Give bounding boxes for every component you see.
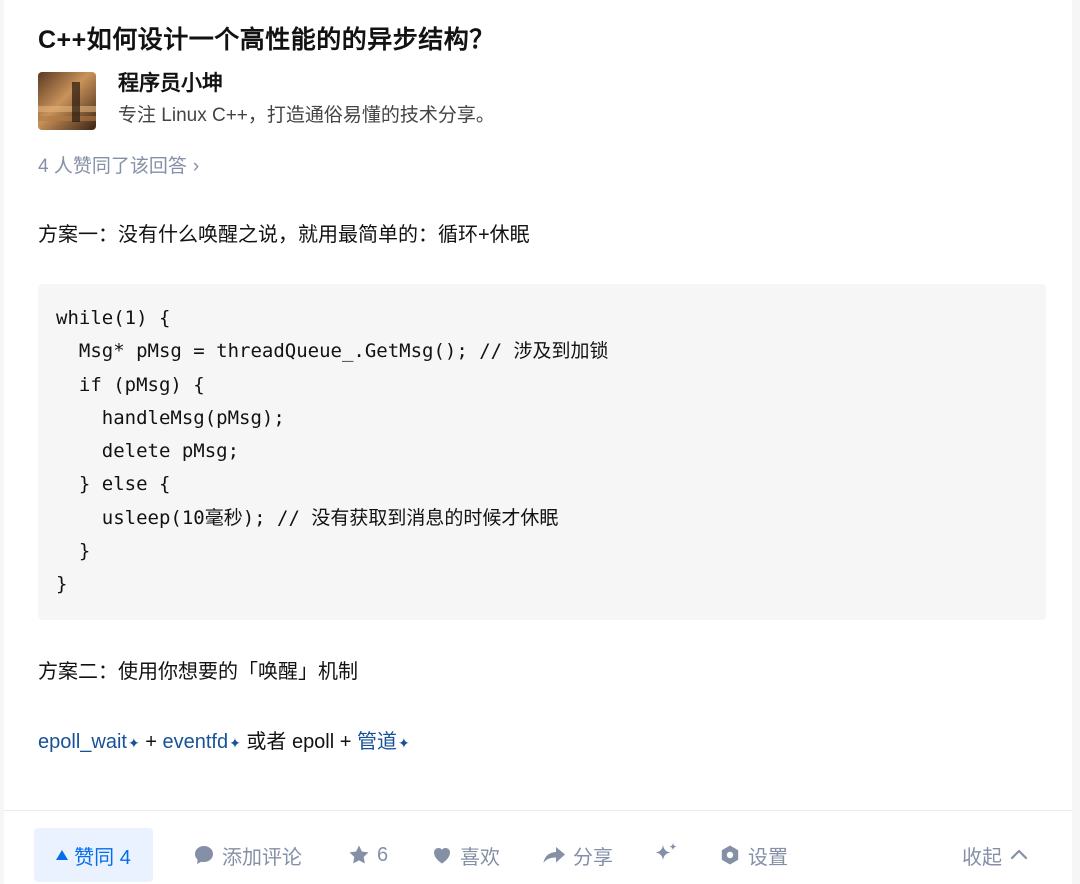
voters-link[interactable]: 4 人赞同了该回答 › [38, 152, 199, 182]
sparkle-icon: ✦ [127, 735, 140, 751]
favorite-button[interactable]: 6 [347, 840, 388, 870]
vote-up-button[interactable]: 赞同 4 [34, 828, 153, 882]
action-bar: 赞同 4 添加评论 6 喜欢 分享 设置 收起 [4, 811, 1072, 884]
vote-up-label: 赞同 4 [74, 846, 131, 869]
voters-text: 4 人赞同了该回答 [38, 156, 187, 177]
collapse-label: 收起 [962, 846, 1002, 869]
share-label: 分享 [573, 846, 613, 869]
code-block: while(1) { Msg* pMsg = threadQueue_.GetM… [38, 284, 1046, 620]
author-name[interactable]: 程序员小坤 [118, 68, 223, 100]
code-line: Msg* pMsg = threadQueue_.GetMsg(); // 涉及… [56, 340, 609, 363]
answer-paragraph-1: 方案一：没有什么唤醒之说，就用最简单的：循环+休眠 [38, 224, 530, 246]
comment-label: 添加评论 [222, 846, 302, 869]
code-line: } [56, 573, 68, 596]
gear-icon [721, 845, 739, 865]
comment-button[interactable]: 添加评论 [192, 840, 302, 870]
like-button[interactable]: 喜欢 [430, 840, 500, 870]
code-line: while(1) { [56, 307, 171, 329]
ai-sparkle-button[interactable] [652, 840, 680, 870]
share-arrow-icon [543, 847, 565, 863]
link-eventfd[interactable]: eventfd [162, 726, 228, 758]
comment-icon [195, 846, 213, 864]
code-lines: while(1) { Msg* pMsg = threadQueue_.GetM… [56, 302, 609, 602]
heart-icon [434, 848, 450, 864]
question-title[interactable]: C++如何设计一个高性能的的异步结构？ [38, 20, 495, 60]
author-bio: 专注 Linux C++，打造通俗易懂的技术分享。 [118, 105, 495, 126]
share-button[interactable]: 分享 [541, 840, 613, 870]
code-line: delete pMsg; [56, 440, 240, 463]
favorite-count: 6 [377, 843, 389, 866]
code-line: } else { [56, 473, 171, 496]
chevron-right-icon: › [192, 156, 200, 177]
code-line: if (pMsg) { [56, 373, 205, 396]
middle-text: 或者 epoll + [240, 731, 357, 753]
code-line: } [56, 540, 91, 563]
code-line: handleMsg(pMsg); [56, 406, 285, 429]
chevron-up-icon [1010, 849, 1028, 860]
settings-label: 设置 [748, 846, 788, 869]
answer-paragraph-3: epoll_wait ✦ + eventfd ✦ 或者 epoll + 管道 ✦ [38, 726, 410, 759]
sparkle-icon: ✦ [398, 735, 410, 751]
settings-button[interactable]: 设置 [718, 840, 788, 870]
answer-card: C++如何设计一个高性能的的异步结构？ 程序员小坤 专注 Linux C++，打… [4, 0, 1072, 884]
collapse-button[interactable]: 收起 [962, 840, 1030, 870]
code-line: usleep(10毫秒); // 没有获取到消息的时候才休眠 [56, 506, 559, 529]
plus-text: + [139, 731, 163, 753]
sparkle-icon: ✦ [229, 735, 241, 751]
sparkle-icon [655, 843, 677, 860]
link-pipe[interactable]: 管道 [357, 726, 397, 758]
triangle-up-icon [56, 850, 69, 860]
star-icon [349, 845, 369, 864]
like-label: 喜欢 [460, 846, 500, 869]
avatar[interactable] [38, 72, 96, 130]
link-epoll-wait[interactable]: epoll_wait [38, 726, 127, 758]
answer-paragraph-2: 方案二：使用你想要的「唤醒」机制 [38, 661, 358, 683]
